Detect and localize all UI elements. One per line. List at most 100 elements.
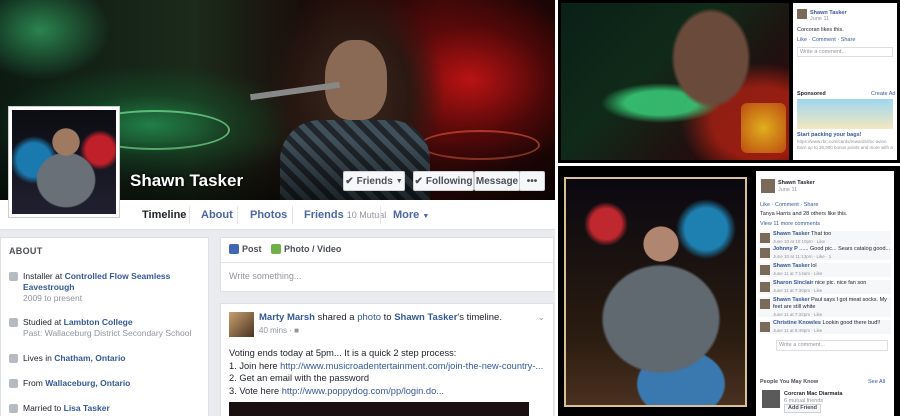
post-line-prefix: 3. Vote here bbox=[229, 385, 282, 396]
post-line: 1. Join here http://www.musicroadenterta… bbox=[229, 360, 543, 373]
ellipsis-icon: ••• bbox=[526, 175, 538, 187]
feed-post: Marty Marsh shared a photo to Shawn Task… bbox=[220, 303, 554, 416]
post-target-suffix: 's timeline. bbox=[457, 312, 502, 323]
viewer-likes[interactable]: Tanya Harris and 28 others like this. bbox=[760, 211, 847, 218]
camera-icon bbox=[271, 244, 281, 254]
see-all-link[interactable]: See All bbox=[868, 379, 885, 386]
lives-link[interactable]: Chatham, Ontario bbox=[54, 353, 125, 363]
comment-text: Lookin good there bud!! bbox=[822, 320, 881, 326]
comment-input[interactable]: Write a comment... bbox=[776, 340, 888, 351]
caret-down-icon: ▼ bbox=[422, 213, 430, 220]
add-friend-label: Add Friend bbox=[788, 405, 818, 411]
ad-image[interactable] bbox=[797, 99, 893, 129]
house-icon bbox=[9, 354, 18, 363]
about-married: Married to Lisa Tasker bbox=[9, 403, 204, 414]
from-link[interactable]: Wallaceburg, Ontario bbox=[45, 378, 130, 388]
comment: Christine Knowles Lookin good there bud!… bbox=[758, 320, 891, 334]
join-link[interactable]: http://www.musicroadentertainment.com/jo… bbox=[280, 361, 543, 371]
post-author-link[interactable]: Marty Marsh bbox=[259, 312, 315, 323]
tab-about[interactable]: About bbox=[201, 200, 233, 230]
friends-button-label: Friends bbox=[356, 175, 393, 187]
post-image[interactable] bbox=[229, 402, 529, 416]
create-ad-link[interactable]: Create Ad bbox=[871, 91, 895, 97]
graduation-cap-icon bbox=[9, 318, 18, 327]
comment-author[interactable]: Shawn Tasker bbox=[773, 263, 810, 269]
tab-timeline[interactable]: Timeline bbox=[142, 200, 186, 230]
composer-photo-label: Photo / Video bbox=[284, 244, 342, 254]
following-button[interactable]: ✔ Following bbox=[413, 171, 474, 191]
viewer-author[interactable]: Shawn Tasker bbox=[778, 180, 815, 187]
post-action-text: shared a bbox=[314, 312, 358, 323]
post-composer: Post Photo / Video Write something... bbox=[220, 237, 554, 292]
education-link[interactable]: Lambton College bbox=[64, 317, 133, 327]
more-options-button[interactable]: ••• bbox=[519, 171, 545, 191]
viewer-photo[interactable] bbox=[564, 177, 747, 407]
avatar[interactable] bbox=[797, 9, 807, 19]
post-timestamp[interactable]: 40 mins · ■ bbox=[259, 326, 299, 335]
profile-picture[interactable] bbox=[8, 106, 120, 218]
tab-more[interactable]: More ▼ bbox=[393, 200, 429, 230]
comment-author[interactable]: Shawn Tasker bbox=[773, 297, 810, 303]
post-photo-link[interactable]: photo bbox=[357, 312, 381, 323]
viewer-photo[interactable] bbox=[561, 3, 789, 160]
post-target-link[interactable]: Shawn Tasker bbox=[394, 312, 457, 323]
tab-label: Timeline bbox=[142, 209, 187, 221]
comment-author[interactable]: Christine Knowles bbox=[773, 320, 821, 326]
tab-label: Photos bbox=[250, 209, 288, 221]
add-friend-button[interactable]: Add Friend bbox=[784, 404, 822, 413]
spouse-link[interactable]: Lisa Tasker bbox=[64, 403, 110, 413]
suggestion-name[interactable]: Corcran Mac Diarmata bbox=[784, 391, 842, 398]
composer-tab-photo-video[interactable]: Photo / Video bbox=[271, 244, 341, 254]
photo-viewer-top: Shawn Tasker June 11 Corcoran likes this… bbox=[558, 0, 900, 163]
pencil-icon bbox=[229, 244, 239, 254]
tab-friends[interactable]: Friends 10 Mutual bbox=[304, 200, 386, 230]
comment-meta[interactable]: June 11 at 7:30pm · Like bbox=[773, 287, 822, 294]
comment-input[interactable]: Write a comment... bbox=[797, 47, 893, 57]
vote-link[interactable]: http://www.poppydog.com/pp/login.do... bbox=[282, 386, 444, 396]
comment-author[interactable]: Sharon Sinclair bbox=[773, 280, 813, 286]
ad-title[interactable]: Start packing your bags! bbox=[797, 132, 862, 138]
comment-author[interactable]: Johnny P bbox=[773, 246, 798, 252]
avatar[interactable] bbox=[229, 312, 254, 337]
message-button[interactable]: Message bbox=[474, 171, 520, 191]
sponsored-heading: Sponsored bbox=[797, 91, 826, 97]
comment-text: lol bbox=[811, 263, 817, 269]
about-lives-prefix: Lives in bbox=[23, 353, 55, 363]
post-options-chevron-icon[interactable]: ⌄ bbox=[537, 312, 545, 323]
about-lives: Lives in Chatham, Ontario bbox=[9, 353, 204, 364]
tab-label: More bbox=[393, 209, 420, 221]
post-body: Voting ends today at 5pm... It is a quic… bbox=[229, 347, 543, 397]
post-line: 3. Vote here http://www.poppydog.com/pp/… bbox=[229, 385, 543, 398]
about-education-past: Past: Wallaceburg District Secondary Sch… bbox=[23, 328, 192, 338]
friends-button[interactable]: ✔ Friends ▼ bbox=[343, 171, 405, 191]
tab-photos[interactable]: Photos bbox=[250, 200, 287, 230]
viewer-sidebar: Shawn Tasker June 11 Like · Comment · Sh… bbox=[756, 171, 894, 416]
comment-meta[interactable]: June 11 at 5:49pm · Like bbox=[773, 327, 822, 334]
composer-tab-post[interactable]: Post bbox=[229, 244, 262, 254]
viewer-actions[interactable]: Like · Comment · Share bbox=[760, 202, 818, 209]
post-line: Voting ends today at 5pm... It is a quic… bbox=[229, 348, 457, 358]
post-time: 40 mins bbox=[259, 326, 288, 335]
avatar[interactable] bbox=[761, 179, 775, 193]
avatar[interactable] bbox=[762, 390, 780, 408]
comment-meta[interactable]: June 11 at 7:32pm · Like bbox=[773, 311, 822, 318]
post-header: Marty Marsh shared a photo to Shawn Task… bbox=[259, 312, 502, 323]
screenshot-composite: Shawn Tasker ✔ Friends ▼ ✔ Following Mes… bbox=[0, 0, 900, 416]
check-icon: ✔ bbox=[414, 175, 423, 187]
composer-input[interactable]: Write something... bbox=[229, 271, 301, 281]
about-work: Installer at Controlled Flow Seamless Ea… bbox=[9, 271, 204, 304]
comment-meta[interactable]: June 11 at 7:14am · Like bbox=[773, 270, 822, 277]
viewer-actions[interactable]: Like · Comment · Share bbox=[797, 37, 855, 43]
post-action-to: to bbox=[381, 312, 395, 323]
comment-meta[interactable]: June 10 at 10:10pm · Like bbox=[773, 238, 825, 245]
comment-author[interactable]: Shawn Tasker bbox=[773, 231, 810, 237]
comment: Shawn Tasker That too June 10 at 10:10pm … bbox=[758, 231, 891, 245]
about-education: Studied at Lambton College Past: Wallaceb… bbox=[9, 317, 204, 339]
profile-name[interactable]: Shawn Tasker bbox=[130, 171, 243, 191]
comment-text: That too bbox=[811, 231, 832, 237]
post-line: 2. Get an email with the password bbox=[229, 373, 370, 383]
comment-meta[interactable]: June 10 at 11:13pm · Like · 1 bbox=[773, 253, 831, 260]
comment: Johnny P ...... Good pic... Sears catalo… bbox=[758, 246, 891, 260]
viewer-date: June 11 bbox=[810, 16, 830, 22]
view-more-comments-link[interactable]: View 11 more comments bbox=[760, 221, 820, 228]
